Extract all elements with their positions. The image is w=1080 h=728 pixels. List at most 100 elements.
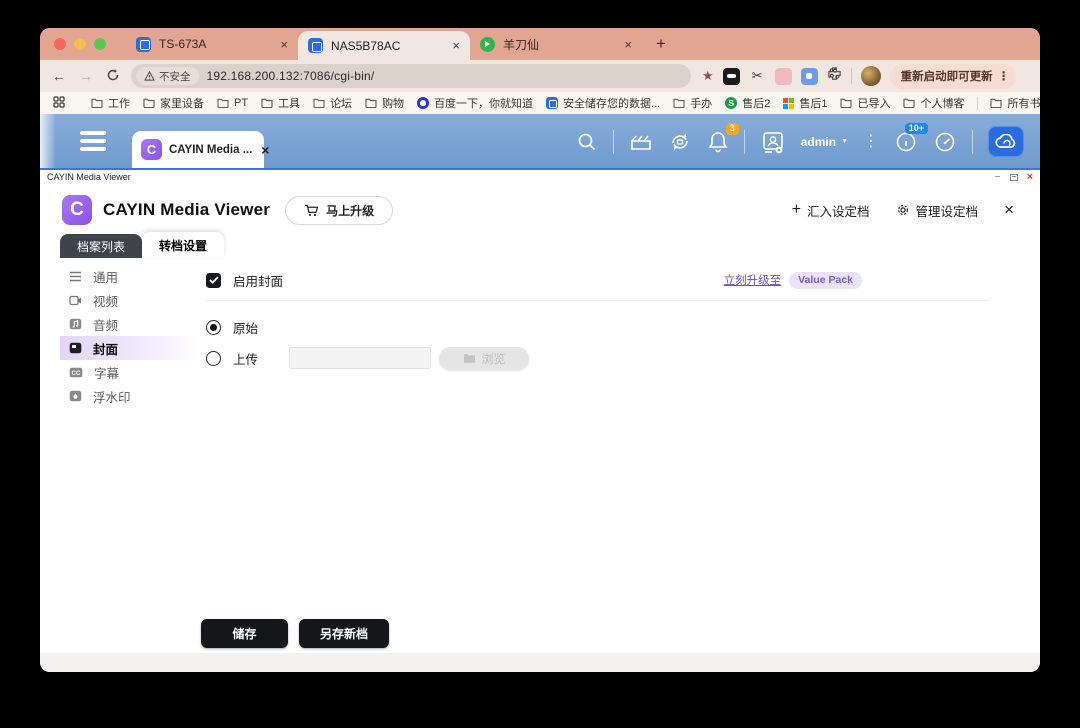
bookmark-folder[interactable]: 个人博客 [903,95,964,111]
more-options-icon[interactable]: ⋮ [863,133,879,150]
bookmark-qnap[interactable]: 安全储存您的数据... [546,95,660,111]
tab-transcode-settings[interactable]: 转档设置 [142,232,225,258]
bookmark-folder[interactable]: 工作 [91,95,130,111]
bookmark-folder[interactable]: 论坛 [313,95,352,111]
save-as-button[interactable]: 另存新档 [299,619,389,648]
divider [972,129,973,154]
browse-label: 浏览 [481,351,506,366]
toolbar-divider [850,68,852,84]
bookmark-label: 百度一下，你就知道 [434,98,534,110]
enable-cover-checkbox[interactable] [206,272,221,288]
sidebar-item-cover[interactable]: 封面 [60,336,200,360]
bookmark-folder[interactable]: 工具 [261,95,300,111]
extension-pink-icon[interactable] [774,67,792,85]
sidebar-item-subtitle[interactable]: CC 字幕 [60,360,200,384]
qnap-toolbar-icons: 3 admin ▼ ⋮ 10+ [576,122,1040,168]
all-bookmarks[interactable]: 所有书签 [977,95,1040,111]
save-button[interactable]: 储存 [201,619,288,648]
apps-grid-icon[interactable] [53,95,65,111]
resource-monitor-icon[interactable]: 10+ [894,122,928,154]
background-tasks-icon[interactable] [629,131,653,153]
forward-icon[interactable]: → [77,68,95,84]
tab-file-list[interactable]: 档案列表 [60,234,143,258]
sidebar-item-general[interactable]: 通用 [60,264,200,288]
tab-label: 羊刀仙 [503,37,540,52]
microsoft-icon [783,97,795,109]
new-tab-button[interactable]: + [656,28,666,60]
close-app-icon[interactable]: × [1004,200,1014,220]
chrome-update-button[interactable]: 重新启动即可更新 ⋮ [889,63,1016,89]
upload-radio[interactable] [206,350,221,366]
original-radio[interactable] [206,319,221,335]
upload-label: 上传 [233,352,259,367]
folder-icon [143,98,155,108]
close-tab-icon[interactable]: × [624,37,632,52]
cayin-window-titlebar: CAYIN Media Viewer − × [40,168,1040,184]
maximize-icon[interactable] [1009,173,1018,181]
notifications-bell-icon[interactable]: 3 [707,123,739,153]
browser-tab-ts673a[interactable]: TS-673A × [126,28,298,60]
extensions-puzzle-icon[interactable] [827,66,842,86]
browser-toolbar: ← → 不安全 192.168.200.132:7086/cgi-bin/ ★ … [40,60,1040,92]
list-icon [70,271,81,281]
close-app-tab-icon[interactable]: × [261,142,269,158]
profile-avatar[interactable] [860,66,881,86]
bookmark-folder[interactable]: 手办 [673,95,712,111]
admin-menu[interactable]: admin ▼ [801,135,848,149]
qnap-favicon [308,38,323,53]
myqnapcloud-icon[interactable] [988,126,1024,157]
sync-lock-icon[interactable] [668,130,692,154]
search-icon[interactable] [576,131,598,153]
cayin-media-viewer-app: C CAYIN Media Viewer 马上升级 + 汇入设定档 管理设定档 … [40,184,1040,653]
upgrade-to-link[interactable]: 立刻升级至 [724,272,782,288]
admin-label: admin [800,134,837,149]
minimize-window-button[interactable] [74,38,86,50]
bookmark-shouhou2[interactable]: S 售后2 [725,95,770,111]
minimize-icon[interactable]: − [995,172,1001,183]
close-tab-icon[interactable]: × [280,37,288,52]
bookmark-folder[interactable]: 家里设备 [143,95,204,111]
browser-tab-yangdaoxian[interactable]: 羊刀仙 × [470,28,642,60]
zoom-window-button[interactable] [94,38,106,50]
bookmark-star-icon[interactable]: ★ [702,68,714,84]
reload-icon[interactable] [104,68,122,85]
manage-profile-button[interactable]: 管理设定档 [896,201,979,220]
app-tabs: 档案列表 转档设置 [60,232,1040,258]
browse-button[interactable]: 浏览 [439,346,530,370]
browser-tab-nas5b78ac[interactable]: NAS5B78AC × [298,31,470,60]
folder-icon [463,354,475,363]
music-icon [69,318,82,330]
main-menu-icon[interactable] [80,130,106,151]
plus-icon: + [791,201,802,218]
sidebar-item-video[interactable]: 视频 [60,288,200,312]
sidebar-item-watermark[interactable]: 浮水印 [60,384,200,408]
bookmark-shouhou1[interactable]: 售后1 [783,95,827,111]
import-profile-button[interactable]: + 汇入设定档 [792,201,870,220]
extension-scissors-icon[interactable]: ✂ [749,68,766,85]
extension-blue-icon[interactable] [800,67,818,85]
bookmark-folder[interactable]: 购物 [365,95,404,111]
app-title: CAYIN Media Viewer [103,200,271,219]
open-app-tab[interactable]: C CAYIN Media ... × [132,131,269,168]
bookmark-folder[interactable]: 已导入 [840,95,890,111]
bookmark-baidu[interactable]: 百度一下，你就知道 [417,95,533,111]
close-window-button[interactable] [54,38,66,50]
security-chip[interactable]: 不安全 [136,67,199,85]
close-tab-icon[interactable]: × [452,38,460,53]
divider [612,129,614,154]
dashboard-icon[interactable] [933,130,957,154]
qnap-favicon [136,36,151,52]
sidebar-item-audio[interactable]: 音频 [60,312,200,336]
extension-mask-icon[interactable] [722,67,740,85]
bookmark-folder[interactable]: PT [217,97,248,109]
manage-label: 管理设定档 [915,204,979,219]
user-account-icon[interactable] [760,129,786,155]
close-icon[interactable]: × [1027,171,1033,183]
address-bar[interactable]: 不安全 192.168.200.132:7086/cgi-bin/ [131,64,691,88]
back-icon[interactable]: ← [50,68,68,84]
upgrade-now-button[interactable]: 马上升级 [285,195,394,225]
tab-label: NAS5B78AC [331,38,401,53]
chrome-menu-icon[interactable]: ⋮ [998,69,1010,83]
bookmark-label: 工具 [278,98,301,110]
upload-path-input[interactable] [289,347,432,369]
